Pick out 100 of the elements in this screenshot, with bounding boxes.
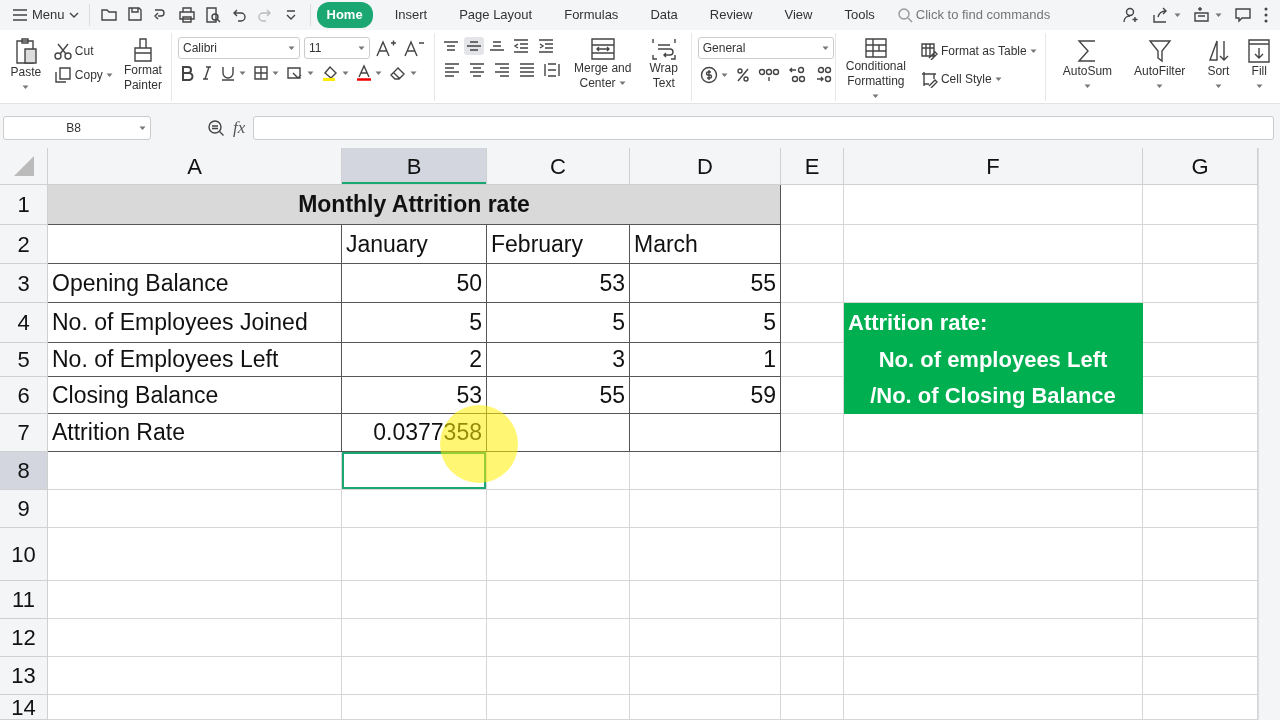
- align-center-icon: [467, 62, 486, 78]
- caret-icon: [1083, 84, 1091, 90]
- cell-style-icon: [919, 70, 938, 88]
- table-brush-icon: [919, 42, 938, 60]
- row-header[interactable]: 5: [0, 343, 48, 377]
- cut-button[interactable]: Cut: [51, 41, 115, 61]
- table-cell: 53: [342, 377, 487, 414]
- row-header[interactable]: 10: [0, 528, 48, 581]
- merge-cells-icon: [589, 37, 616, 61]
- align-icon: [442, 41, 459, 51]
- kebab-menu-icon: [1264, 7, 1268, 23]
- row-header[interactable]: 11: [0, 581, 48, 619]
- caret-icon: [239, 70, 246, 76]
- align-left-icon: [442, 62, 461, 78]
- caret-icon: [1214, 84, 1222, 90]
- font-select[interactable]: Calibri: [178, 37, 300, 59]
- function-label[interactable]: fx: [233, 115, 246, 141]
- selected-cell[interactable]: [342, 452, 487, 490]
- format-as-table-button[interactable]: Format as Table: [917, 41, 1039, 61]
- table-title: Monthly Attrition rate: [48, 185, 781, 225]
- align-icon: [465, 41, 482, 51]
- underline-icon: [220, 65, 236, 81]
- vertical-align-button[interactable]: [463, 37, 484, 55]
- caret-icon: [1255, 84, 1263, 90]
- justify-icon: [517, 62, 536, 78]
- ribbon-tab[interactable]: View: [774, 2, 823, 28]
- cell-format-button[interactable]: [284, 64, 316, 82]
- column-header[interactable]: D: [630, 148, 781, 185]
- borders-icon: [253, 65, 269, 81]
- copy-icon: [53, 66, 72, 84]
- italic-icon: [201, 65, 213, 81]
- row-header[interactable]: 3: [0, 264, 48, 303]
- empty-cell[interactable]: [630, 414, 781, 452]
- empty-cell[interactable]: [487, 414, 630, 452]
- sort-button[interactable]: Sort: [1200, 38, 1237, 94]
- select-all-corner[interactable]: [0, 148, 48, 185]
- scissors-icon: [53, 42, 72, 60]
- caret-icon: [375, 70, 382, 76]
- grow-font-button[interactable]: [374, 38, 398, 58]
- column-header[interactable]: G: [1143, 148, 1258, 185]
- ribbon-tab[interactable]: Review: [699, 2, 763, 28]
- autofilter-button[interactable]: AutoFilter: [1127, 38, 1193, 94]
- name-box[interactable]: B8: [3, 116, 151, 140]
- font-size-select[interactable]: 11: [304, 37, 370, 59]
- fill-button[interactable]: Fill: [1244, 38, 1274, 94]
- bold-icon: [180, 65, 194, 81]
- format-painter-button[interactable]: Format Painter: [120, 37, 165, 93]
- merge-and-center-button[interactable]: Merge and Center: [566, 37, 639, 91]
- table-cell: 55: [487, 377, 630, 414]
- row-header[interactable]: 8: [0, 452, 48, 490]
- column-header[interactable]: A: [48, 148, 342, 185]
- row-header[interactable]: 14: [0, 695, 48, 720]
- number-format-select[interactable]: General: [697, 37, 834, 59]
- table-cell: Closing Balance: [48, 377, 342, 414]
- ribbon-tab[interactable]: Formulas: [554, 2, 629, 28]
- caret-icon: [342, 70, 349, 76]
- menu-button[interactable]: Menu: [8, 3, 83, 27]
- wrap-text-icon: [650, 37, 677, 61]
- ribbon-tab[interactable]: Data: [640, 2, 688, 28]
- paste-button[interactable]: Paste: [6, 37, 46, 95]
- chevron-icon: [68, 12, 79, 18]
- ribbon-tab[interactable]: Insert: [384, 2, 438, 28]
- search-icon: [896, 7, 913, 23]
- font-color-button[interactable]: [354, 63, 384, 83]
- table-cell: January: [342, 225, 487, 264]
- borders-button[interactable]: [251, 64, 281, 82]
- column-header[interactable]: F: [844, 148, 1143, 185]
- table-cell: 1: [630, 343, 781, 377]
- column-header[interactable]: E: [781, 148, 844, 185]
- column-header[interactable]: C: [487, 148, 630, 185]
- row-header[interactable]: 12: [0, 619, 48, 657]
- row-header[interactable]: 1: [0, 185, 48, 225]
- column-header[interactable]: B: [342, 148, 487, 185]
- formula-input[interactable]: [253, 116, 1274, 140]
- cell-style-button[interactable]: Cell Style: [917, 69, 1039, 89]
- caret-icon: [410, 70, 417, 76]
- ribbon-tab[interactable]: Tools: [834, 2, 885, 28]
- align-icon: [488, 41, 505, 51]
- table-cell: No. of Employees Joined: [48, 303, 342, 343]
- caret-icon: [307, 70, 314, 76]
- shrink-font-button[interactable]: [402, 38, 426, 58]
- row-header[interactable]: 9: [0, 490, 48, 528]
- table-cell: 55: [630, 264, 781, 303]
- row-header[interactable]: 13: [0, 657, 48, 695]
- wrap-text-button[interactable]: Wrap Text: [642, 37, 685, 91]
- autosum-button[interactable]: AutoSum: [1055, 38, 1120, 94]
- row-header[interactable]: 4: [0, 303, 48, 343]
- caret-icon: [1156, 84, 1164, 90]
- table-cell: No. of Employees Left: [48, 343, 342, 377]
- ribbon-tab[interactable]: Page Layout: [449, 2, 543, 28]
- paint-bucket-icon: [321, 64, 339, 82]
- caret-icon: [22, 85, 30, 91]
- row-header[interactable]: 2: [0, 225, 48, 264]
- row-header[interactable]: 7: [0, 414, 48, 452]
- cell-format-icon: [286, 65, 304, 81]
- caret-icon: [288, 45, 295, 51]
- row-header[interactable]: 6: [0, 377, 48, 414]
- conditional-formatting-button[interactable]: Conditional Formatting: [841, 37, 910, 104]
- outdent-icon: [511, 38, 530, 54]
- copy-button[interactable]: Copy: [51, 65, 115, 85]
